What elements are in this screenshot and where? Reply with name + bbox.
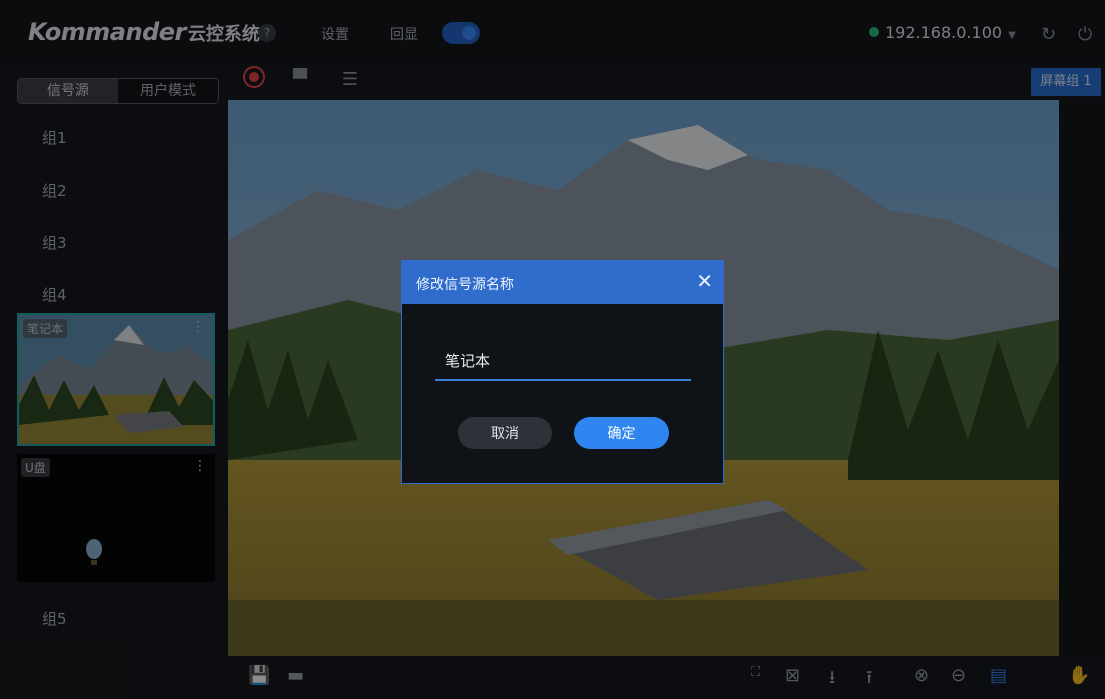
cancel-button[interactable]: 取消	[458, 417, 552, 449]
dialog-header: 修改信号源名称 ✕	[402, 261, 723, 304]
rename-source-dialog: 修改信号源名称 ✕ 取消 确定	[401, 260, 724, 484]
dialog-title: 修改信号源名称	[416, 277, 514, 293]
close-icon[interactable]: ✕	[696, 269, 713, 293]
name-input[interactable]	[435, 341, 691, 379]
name-field[interactable]	[435, 341, 691, 381]
confirm-button[interactable]: 确定	[574, 417, 669, 449]
